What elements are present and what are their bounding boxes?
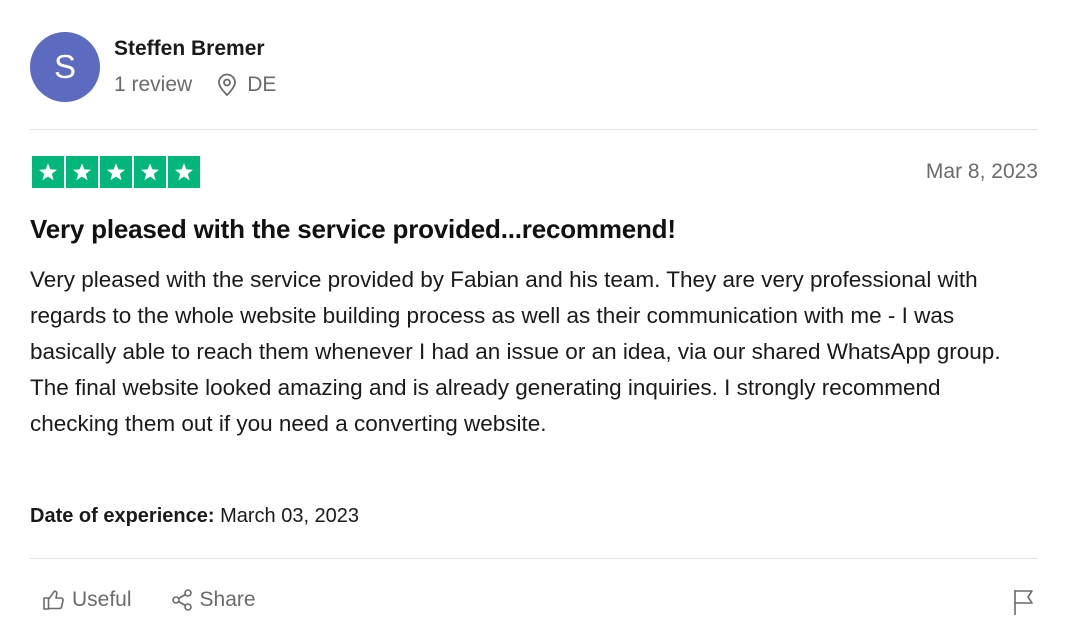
reviewer-header: S Steffen Bremer 1 review DE	[30, 32, 1038, 104]
star-icon	[141, 163, 159, 181]
useful-label: Useful	[72, 588, 132, 611]
header-divider	[30, 129, 1038, 130]
experience-label: Date of experience:	[30, 505, 215, 527]
star-rating	[32, 156, 200, 188]
star-icon	[39, 163, 57, 181]
review-body: Very pleased with the service provided b…	[30, 267, 1001, 436]
experience-date: March 03, 2023	[220, 505, 360, 527]
share-icon	[171, 589, 192, 611]
star-icon	[175, 163, 193, 181]
share-label: Share	[199, 588, 256, 611]
review-actions: Useful Share	[42, 588, 256, 612]
useful-button[interactable]: Useful	[42, 588, 132, 612]
thumbs-up-icon	[43, 590, 64, 610]
report-flag-button[interactable]	[1012, 588, 1036, 616]
review-count: 1 review	[114, 73, 193, 96]
reviewer-name[interactable]: Steffen Bremer	[114, 37, 265, 61]
rating-star	[134, 156, 166, 188]
avatar[interactable]: S	[30, 32, 100, 102]
star-icon	[73, 163, 91, 181]
review-date: Mar 8, 2023	[925, 160, 1038, 183]
reviewer-country: DE	[247, 73, 277, 96]
rating-star	[66, 156, 98, 188]
location-pin-icon	[216, 73, 238, 97]
avatar-initial: S	[53, 48, 76, 85]
rating-star	[168, 156, 200, 188]
footer-divider	[30, 558, 1038, 559]
share-button[interactable]: Share	[170, 588, 256, 612]
reviewer-meta: 1 review DE	[114, 73, 276, 97]
date-of-experience: Date of experience: March 03, 2023	[30, 505, 359, 528]
rating-star	[100, 156, 132, 188]
rating-star	[32, 156, 64, 188]
review-title[interactable]: Very pleased with the service provided..…	[30, 214, 676, 245]
star-icon	[107, 163, 125, 181]
flag-icon	[1014, 590, 1033, 615]
review-card: S Steffen Bremer 1 review DE Mar 8, 2023…	[30, 0, 1038, 632]
